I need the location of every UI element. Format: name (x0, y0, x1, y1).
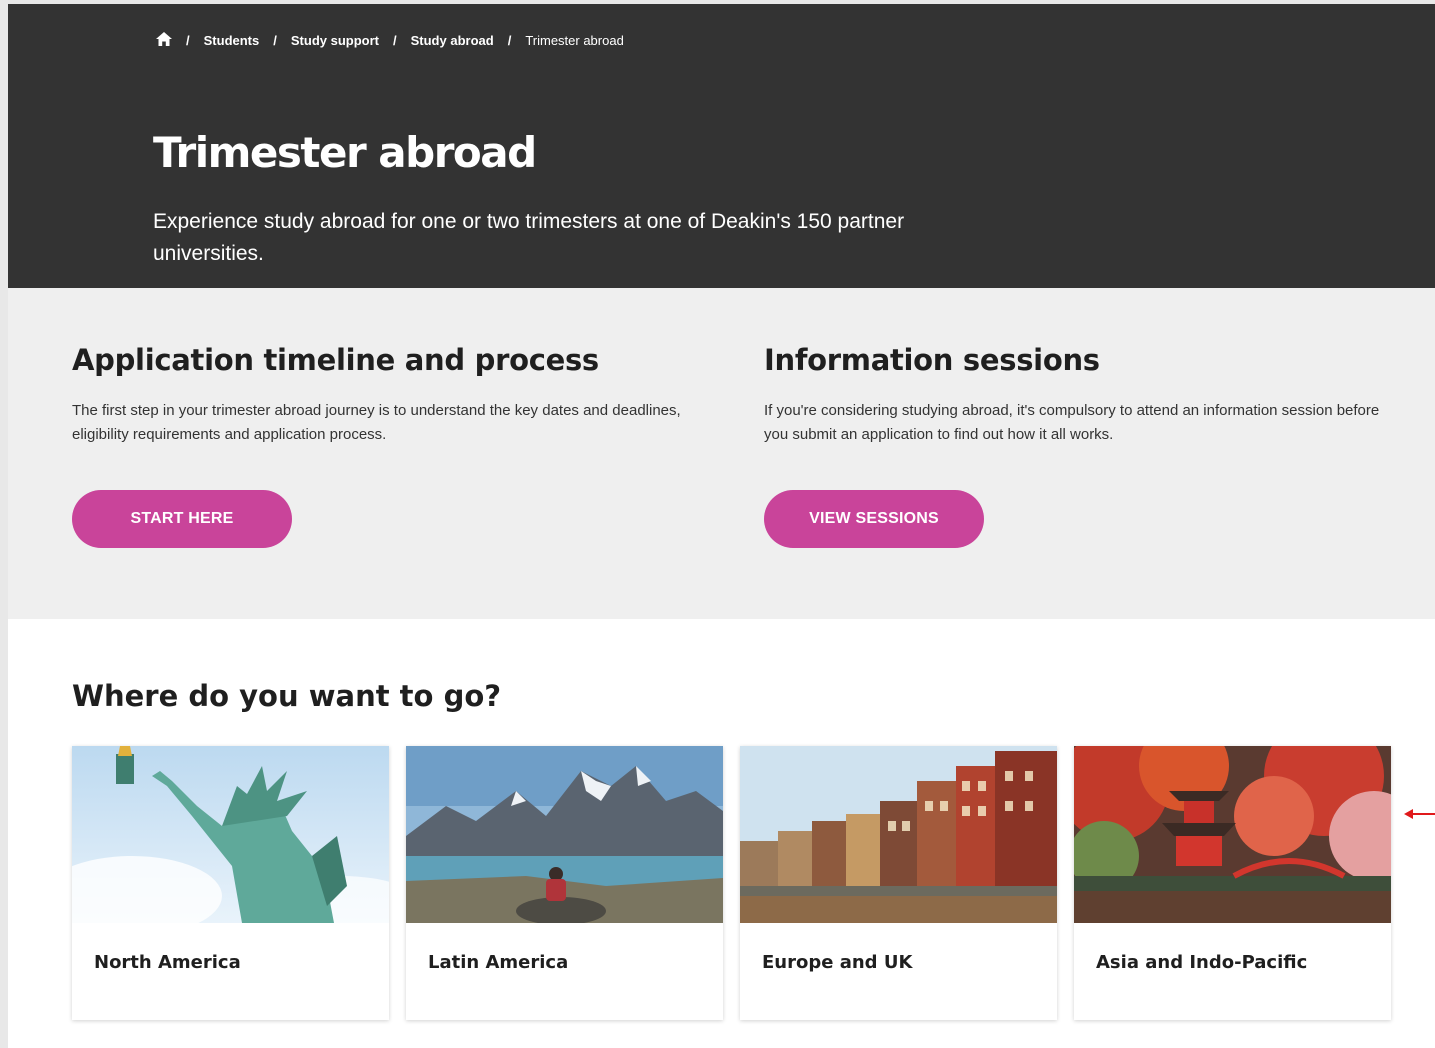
page-intro: Experience study abroad for one or two t… (153, 210, 905, 265)
destinations-section: Where do you want to go? North America L… (8, 619, 1435, 1048)
destination-card-latin-america[interactable]: Latin America (406, 746, 723, 1020)
breadcrumb-separator: / (186, 33, 190, 48)
breadcrumb-separator: / (507, 33, 512, 48)
breadcrumb-students[interactable]: Students (204, 33, 260, 48)
application-column: Application timeline and process The fir… (72, 343, 712, 447)
application-description: The first step in your trimester abroad … (72, 402, 681, 443)
application-heading: Application timeline and process (72, 343, 599, 377)
page-title: Trimester abroad (153, 128, 537, 177)
destination-cards: North America Latin America Europe and U… (72, 746, 1391, 1020)
japanese-pagoda-autumn-image (1074, 746, 1391, 923)
destination-card-north-america[interactable]: North America (72, 746, 389, 1020)
destination-label: North America (94, 952, 241, 973)
breadcrumb-separator: / (392, 33, 397, 48)
view-sessions-button[interactable]: VIEW SESSIONS (764, 490, 984, 548)
hero-banner: / Students / Study support / Study abroa… (8, 4, 1435, 288)
sessions-heading: Information sessions (764, 343, 1100, 377)
destination-label: Asia and Indo-Pacific (1096, 952, 1308, 973)
home-icon (156, 32, 172, 46)
destination-card-europe-uk[interactable]: Europe and UK (740, 746, 1057, 1020)
breadcrumb-separator: / (273, 33, 277, 48)
destination-label: Europe and UK (762, 952, 913, 973)
amsterdam-canal-houses-image (740, 746, 1057, 923)
statue-of-liberty-image (72, 746, 389, 923)
breadcrumb-study-abroad[interactable]: Study abroad (411, 33, 494, 48)
breadcrumb-home[interactable] (156, 32, 172, 49)
breadcrumb-current: Trimester abroad (525, 33, 624, 48)
breadcrumb: / Students / Study support / Study abroa… (156, 32, 624, 49)
destination-label: Latin America (428, 952, 569, 973)
patagonia-mountains-image (406, 746, 723, 923)
breadcrumb-study-support[interactable]: Study support (291, 33, 379, 48)
sessions-description: If you're considering studying abroad, i… (764, 402, 1380, 443)
destinations-heading: Where do you want to go? (72, 679, 502, 713)
red-arrow-icon (1404, 809, 1435, 819)
destination-card-asia-indo-pacific[interactable]: Asia and Indo-Pacific (1074, 746, 1391, 1020)
sessions-column: Information sessions If you're consideri… (764, 343, 1404, 447)
start-here-button[interactable]: START HERE (72, 490, 292, 548)
page: / Students / Study support / Study abroa… (8, 4, 1435, 1048)
application-info-section: Application timeline and process The fir… (8, 288, 1435, 619)
